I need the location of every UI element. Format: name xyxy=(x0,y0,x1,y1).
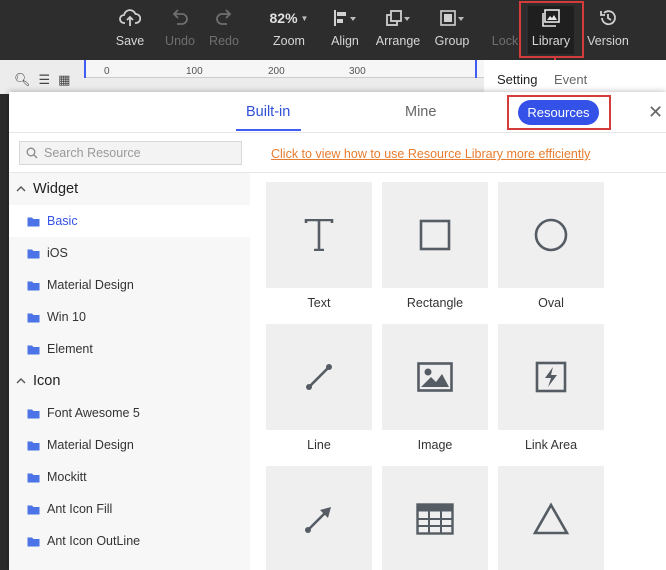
sidebar-item[interactable]: Material Design xyxy=(9,269,250,301)
chevron-up-icon xyxy=(9,186,33,192)
search-icon xyxy=(26,147,38,159)
sidebar-item-label: Ant Icon OutLine xyxy=(47,534,141,548)
folder-icon xyxy=(27,536,40,547)
sidebar-item-label: Material Design xyxy=(47,438,134,452)
line-icon xyxy=(306,364,332,390)
group-icon[interactable]: Icon xyxy=(9,366,250,396)
sidebar-item[interactable]: Ant Icon OutLine xyxy=(9,525,250,557)
tile-image[interactable]: Image xyxy=(382,324,488,452)
resource-library-modal: Built-in Mine Resources ✕ Click to view … xyxy=(9,92,666,570)
tab-mine[interactable]: Mine xyxy=(405,104,436,120)
caret-down-icon: ▼ xyxy=(300,13,309,23)
search-field[interactable] xyxy=(19,141,242,165)
zoom-control[interactable]: 82% ▼ Zoom xyxy=(264,6,314,54)
search-row: Click to view how to use Resource Librar… xyxy=(9,133,666,173)
table-icon xyxy=(416,503,454,535)
align-button[interactable]: Align xyxy=(328,6,362,54)
redo-icon xyxy=(214,6,234,30)
zoom-value: 82% xyxy=(269,10,298,26)
list-icon[interactable]: ☰ xyxy=(39,72,51,88)
folder-icon xyxy=(27,440,40,451)
cloud-upload-icon xyxy=(119,6,141,30)
tile-link-area[interactable]: Link Area xyxy=(498,324,604,452)
link-area-icon xyxy=(535,361,567,393)
folder-icon xyxy=(27,216,40,227)
sidebar-item[interactable]: Mockitt xyxy=(9,461,250,493)
arrow-icon xyxy=(305,507,331,533)
sidebar-item-label: Mockitt xyxy=(47,470,87,484)
sidebar-item[interactable]: Font Awesome 5 xyxy=(9,397,250,429)
folder-icon xyxy=(27,472,40,483)
folder-icon xyxy=(27,248,40,259)
folder-icon xyxy=(27,344,40,355)
save-button[interactable]: Save xyxy=(113,6,147,54)
group-button[interactable]: Group xyxy=(432,6,472,54)
oval-icon xyxy=(534,218,568,252)
ruler-marker-right xyxy=(475,60,477,78)
ruler-marker-left xyxy=(84,60,86,78)
sidebar-item-label: Element xyxy=(47,342,93,356)
resource-grid: Text Rectangle Oval Line Image Link Area xyxy=(250,173,666,570)
group-widget[interactable]: Widget xyxy=(9,174,250,204)
modal-header: Built-in Mine Resources ✕ xyxy=(9,92,666,133)
text-icon xyxy=(304,219,334,251)
triangle-icon xyxy=(532,502,570,535)
sidebar-item-label: Win 10 xyxy=(47,310,86,324)
sidebar-item[interactable]: iOS xyxy=(9,237,250,269)
horizontal-ruler: 0 100 200 300 xyxy=(84,60,484,78)
sidebar-item-label: Material Design xyxy=(47,278,134,292)
tab-setting[interactable]: Setting xyxy=(497,72,537,87)
align-left-icon xyxy=(333,6,357,30)
undo-button[interactable]: Undo xyxy=(162,6,198,54)
help-link[interactable]: Click to view how to use Resource Librar… xyxy=(271,147,590,161)
tile-table[interactable] xyxy=(382,466,488,570)
right-panel-tabs: Setting Event xyxy=(484,60,666,94)
active-tab-indicator xyxy=(236,129,301,131)
grid-icon[interactable]: ▦ xyxy=(58,72,70,88)
arrange-icon xyxy=(385,6,411,30)
folder-icon xyxy=(27,312,40,323)
sidebar-item[interactable]: Ant Icon Fill xyxy=(9,493,250,525)
arrange-button[interactable]: Arrange xyxy=(374,6,422,54)
sidebar-item[interactable]: Element xyxy=(9,333,250,365)
undo-icon xyxy=(170,6,190,30)
tile-rectangle[interactable]: Rectangle xyxy=(382,182,488,310)
group-icon xyxy=(439,6,465,30)
tile-line[interactable]: Line xyxy=(266,324,372,452)
history-icon xyxy=(598,6,618,30)
view-icons: 🔍︎ ☰ ▦ xyxy=(14,72,70,88)
library-highlight-box xyxy=(519,1,584,58)
search-input[interactable] xyxy=(44,146,234,160)
lock-button[interactable]: Lock xyxy=(490,6,520,54)
folder-icon xyxy=(27,504,40,515)
sidebar-item-label: Font Awesome 5 xyxy=(47,406,140,420)
sidebar-item[interactable]: Material Design xyxy=(9,429,250,461)
sidebar-item[interactable]: Win 10 xyxy=(9,301,250,333)
tab-event[interactable]: Event xyxy=(554,72,587,87)
image-icon xyxy=(417,362,453,392)
category-sidebar: Widget Basic iOS Material Design Win 10 Elem… xyxy=(9,173,250,570)
folder-icon xyxy=(27,280,40,291)
folder-icon xyxy=(27,408,40,419)
sidebar-item-label: Basic xyxy=(47,214,78,228)
tile-arrow[interactable] xyxy=(266,466,372,570)
tile-oval[interactable]: Oval xyxy=(498,182,604,310)
close-icon[interactable]: ✕ xyxy=(648,102,663,123)
sidebar-item-label: iOS xyxy=(47,246,68,260)
search-icon[interactable]: 🔍︎ xyxy=(14,72,31,88)
tile-text[interactable]: Text xyxy=(266,182,372,310)
sidebar-item-label: Ant Icon Fill xyxy=(47,502,113,516)
tile-triangle[interactable] xyxy=(498,466,604,570)
redo-button[interactable]: Redo xyxy=(206,6,242,54)
tab-builtin[interactable]: Built-in xyxy=(246,104,290,120)
resources-highlight-box xyxy=(507,95,611,130)
rectangle-icon xyxy=(419,219,451,251)
sidebar-item[interactable]: Basic xyxy=(9,205,250,237)
version-button[interactable]: Version xyxy=(586,6,630,54)
chevron-up-icon xyxy=(9,378,33,384)
